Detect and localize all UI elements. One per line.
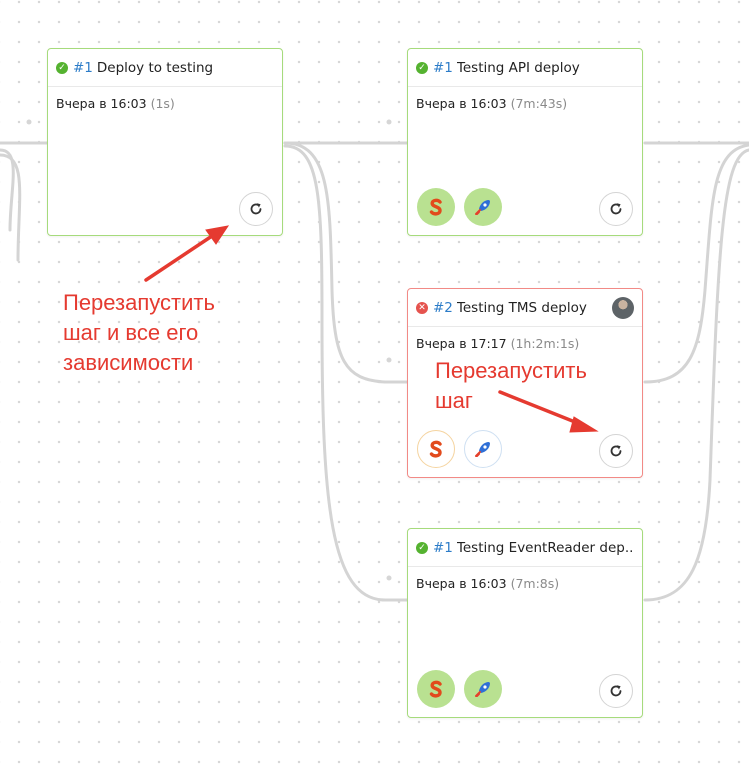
check-circle-icon: ✓ [416, 541, 428, 554]
restart-button[interactable] [599, 674, 633, 708]
job-duration: (7m:43s) [510, 96, 568, 111]
avatar[interactable] [612, 297, 634, 319]
job-card-deploy-to-testing[interactable]: ✓ #1 Deploy to testing Вчера в 16:03 (1s… [47, 48, 283, 236]
job-duration: (7m:8s) [510, 576, 560, 591]
job-card-header: ✕ #2 Testing TMS deploy [408, 289, 642, 327]
deploy-task-link[interactable] [464, 670, 502, 708]
rocket-icon [475, 442, 490, 457]
deploy-task-link[interactable] [464, 188, 502, 226]
job-start-time: Вчера в 16:03 [56, 96, 147, 111]
job-tools [417, 188, 502, 226]
job-run-number[interactable]: #1 [433, 60, 453, 76]
job-run-number[interactable]: #2 [433, 300, 453, 316]
annotation-line: шаг и все его [63, 320, 199, 345]
sandbox-icon [429, 680, 442, 698]
job-title[interactable]: Deploy to testing [97, 60, 213, 76]
job-card-header: ✓ #1 Testing EventReader dep... [408, 529, 642, 567]
rocket-icon [475, 200, 490, 215]
annotation-line: Перезапустить [435, 358, 587, 383]
job-card-testing-eventreader-deploy[interactable]: ✓ #1 Testing EventReader dep... Вчера в … [407, 528, 643, 718]
deploy-task-link[interactable] [464, 430, 502, 468]
sandbox-task-link[interactable] [417, 670, 455, 708]
restart-icon [610, 203, 622, 215]
sandbox-icon [429, 198, 442, 216]
job-card-header: ✓ #1 Deploy to testing [48, 49, 282, 87]
job-time: Вчера в 16:03 (7m:43s) [408, 87, 642, 111]
job-time: Вчера в 16:03 (7m:8s) [408, 567, 642, 591]
sandbox-task-link[interactable] [417, 188, 455, 226]
annotation-restart-step: Перезапустить шаг [435, 356, 587, 416]
job-run-number[interactable]: #1 [73, 60, 93, 76]
restart-with-dependencies-button[interactable] [239, 192, 273, 226]
job-run-number[interactable]: #1 [433, 540, 453, 556]
job-tools [417, 430, 502, 468]
restart-button[interactable] [599, 434, 633, 468]
check-circle-icon: ✓ [416, 61, 428, 74]
job-card-header: ✓ #1 Testing API deploy [408, 49, 642, 87]
restart-button[interactable] [599, 192, 633, 226]
job-tools [417, 670, 502, 708]
job-time: Вчера в 17:17 (1h:2m:1s) [408, 327, 642, 351]
annotation-line: зависимости [63, 350, 194, 375]
job-duration: (1h:2m:1s) [510, 336, 580, 351]
job-duration: (1s) [150, 96, 175, 111]
job-title[interactable]: Testing API deploy [457, 60, 580, 76]
sandbox-icon [429, 440, 442, 458]
annotation-line: Перезапустить [63, 290, 215, 315]
annotation-line: шаг [435, 388, 473, 413]
job-start-time: Вчера в 16:03 [416, 576, 507, 591]
x-circle-icon: ✕ [416, 301, 428, 314]
restart-icon [610, 445, 622, 457]
restart-icon [250, 203, 262, 215]
rocket-icon [475, 682, 490, 697]
job-card-testing-api-deploy[interactable]: ✓ #1 Testing API deploy Вчера в 16:03 (7… [407, 48, 643, 236]
job-time: Вчера в 16:03 (1s) [48, 87, 282, 111]
job-start-time: Вчера в 17:17 [416, 336, 507, 351]
job-start-time: Вчера в 16:03 [416, 96, 507, 111]
job-title[interactable]: Testing EventReader dep... [457, 540, 634, 556]
check-circle-icon: ✓ [56, 61, 68, 74]
annotation-restart-with-dependencies: Перезапустить шаг и все его зависимости [63, 288, 215, 378]
job-title[interactable]: Testing TMS deploy [457, 300, 587, 316]
sandbox-task-link[interactable] [417, 430, 455, 468]
restart-icon [610, 685, 622, 697]
